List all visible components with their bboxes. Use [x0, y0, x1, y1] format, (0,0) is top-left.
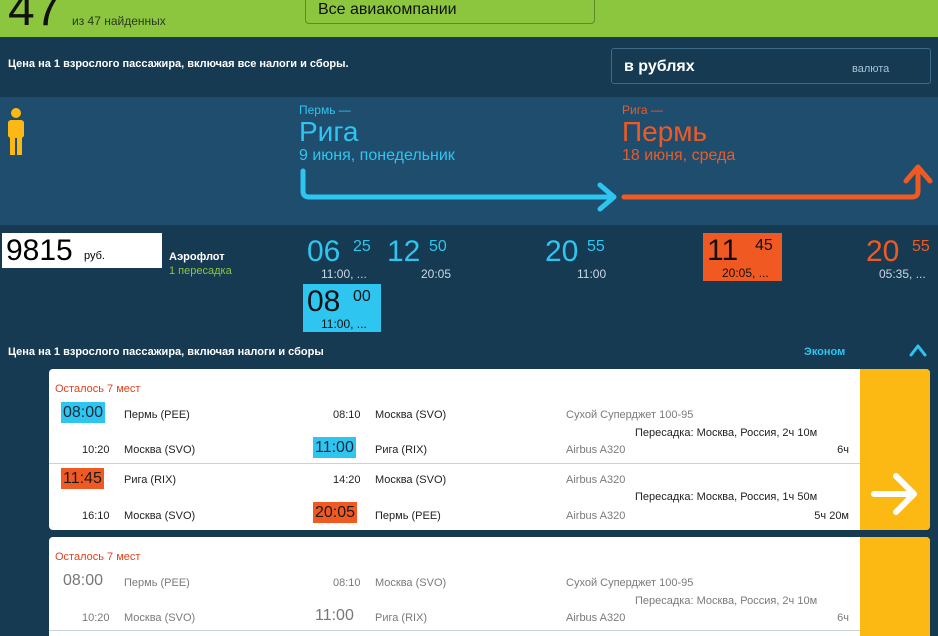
outbound-date: 9 июня, понедельник: [299, 147, 455, 164]
currency-select[interactable]: в рублях валюта: [611, 48, 931, 84]
class-price-note: Цена на 1 взрослого пассажира, включая н…: [8, 346, 324, 358]
arrival-time: 08:10: [333, 409, 361, 421]
aircraft: Сухой Суперджет 100-95: [566, 577, 694, 589]
price-value: 9815: [6, 234, 73, 267]
time-hours: 12: [387, 235, 421, 268]
aircraft: Airbus A320: [566, 612, 626, 624]
departure-airport: Пермь (PEE): [124, 577, 190, 589]
return-time-option-selected[interactable]: 11 45 20:05, ...: [703, 233, 782, 281]
currency-value: в рублях: [624, 58, 695, 75]
outbound-to: Рига: [299, 116, 359, 147]
leg-divider: [49, 463, 860, 464]
seats-left: Осталось 7 мест: [55, 551, 141, 563]
chevron-up-icon[interactable]: [908, 342, 928, 358]
outbound-arrow: [300, 168, 615, 200]
time-sub: 11:00: [577, 267, 607, 281]
price-unit: руб.: [84, 250, 105, 262]
route-arrows: [300, 164, 933, 212]
arrival-time: 11:00: [315, 607, 354, 624]
time-sub: 20:05, ...: [722, 266, 769, 280]
time-hours: 11: [707, 234, 739, 267]
time-sub: 20:05: [421, 267, 452, 281]
time-hours: 06: [307, 235, 341, 268]
departure-airport: Рига (RIX): [124, 474, 177, 486]
currency-label: валюта: [852, 63, 890, 75]
flight-card[interactable]: Осталось 7 мест 08:00 Пермь (PEE) 08:10 …: [49, 369, 930, 530]
carrier-stops: 1 пересадка: [169, 265, 232, 277]
time-hours: 20: [866, 235, 900, 268]
time-minutes: 45: [755, 237, 773, 254]
flight-card[interactable]: Осталось 7 мест 08:00 Пермь (PEE) 08:10 …: [49, 537, 930, 636]
airline-filter-select[interactable]: Все авиакомпании: [305, 0, 595, 24]
leg-divider: [49, 630, 860, 631]
outbound-time-option[interactable]: 06 25 11:00, ...: [303, 234, 381, 282]
price-note: Цена на 1 взрослого пассажира, включая в…: [8, 58, 349, 70]
departure-airport: Москва (SVO): [124, 612, 196, 624]
departure-airport: Пермь (PEE): [124, 409, 190, 421]
arrow-right-icon[interactable]: [870, 469, 920, 519]
return-to: Пермь: [622, 116, 708, 147]
seats-left: Осталось 7 мест: [55, 383, 141, 395]
arrival-airport: Москва (SVO): [375, 577, 447, 589]
outbound-time-option[interactable]: 12 50 20:05: [383, 234, 461, 282]
leg-duration: 6ч: [837, 612, 849, 624]
outbound-time-option-selected[interactable]: 08 00 11:00, ...: [303, 284, 381, 332]
time-minutes: 55: [587, 238, 605, 255]
time-minutes: 00: [353, 288, 371, 305]
carrier-name: Аэрофлот: [169, 251, 225, 263]
time-minutes: 55: [912, 238, 930, 255]
departure-airport: Москва (SVO): [124, 510, 196, 522]
aircraft: Airbus A320: [566, 474, 626, 486]
passenger-icon: [8, 108, 24, 155]
departure-time: 10:20: [82, 444, 110, 456]
results-count: 47: [8, 0, 62, 36]
transfer-info: Пересадка: Москва, Россия, 1ч 50м: [635, 491, 818, 503]
time-hours: 20: [545, 235, 579, 268]
time-minutes: 25: [353, 238, 371, 255]
return-date: 18 июня, среда: [622, 147, 736, 164]
arrival-airport: Пермь (PEE): [375, 510, 441, 522]
arrival-time: 11:00: [313, 437, 356, 458]
arrival-airport: Рига (RIX): [375, 612, 428, 624]
arrival-airport: Москва (SVO): [375, 474, 447, 486]
departure-time: 10:20: [82, 612, 110, 624]
aircraft: Airbus A320: [566, 510, 626, 522]
departure-time: 08:00: [61, 402, 106, 423]
departure-airport: Москва (SVO): [124, 444, 196, 456]
arrival-time: 20:05: [313, 502, 358, 523]
transfer-info: Пересадка: Москва, Россия, 2ч 10м: [635, 427, 818, 439]
return-time-option[interactable]: 20 55 05:35, ...: [862, 234, 938, 282]
card-select-strip[interactable]: [860, 537, 930, 636]
return-from: Рига —: [622, 103, 663, 117]
results-found-text: из 47 найденных: [72, 14, 166, 28]
time-sub: 11:00, ...: [321, 317, 367, 331]
route-panel: Пермь — Рига 9 июня, понедельник Рига — …: [0, 97, 938, 225]
leg-duration: 5ч 20м: [814, 510, 849, 522]
arrival-time: 08:10: [333, 577, 361, 589]
departure-time: 11:45: [61, 468, 104, 489]
transfer-info: Пересадка: Москва, Россия, 2ч 10м: [635, 595, 818, 607]
outbound-from: Пермь —: [299, 103, 351, 117]
leg-duration: 6ч: [837, 444, 849, 456]
arrival-time: 14:20: [333, 474, 361, 486]
departure-time: 16:10: [82, 510, 110, 522]
aircraft: Сухой Суперджет 100-95: [566, 409, 694, 421]
return-arrow: [621, 168, 921, 200]
class-label[interactable]: Эконом: [804, 346, 845, 358]
arrival-airport: Рига (RIX): [375, 444, 428, 456]
outbound-time-option[interactable]: 20 55 11:00: [541, 234, 619, 282]
time-sub: 05:35, ...: [879, 267, 926, 281]
aircraft: Airbus A320: [566, 444, 626, 456]
time-sub: 11:00, ...: [321, 267, 367, 281]
time-hours: 08: [307, 285, 341, 318]
arrival-airport: Москва (SVO): [375, 409, 447, 421]
time-minutes: 50: [429, 238, 447, 255]
price-box[interactable]: 9815 руб.: [2, 233, 162, 268]
departure-time: 08:00: [63, 572, 104, 589]
